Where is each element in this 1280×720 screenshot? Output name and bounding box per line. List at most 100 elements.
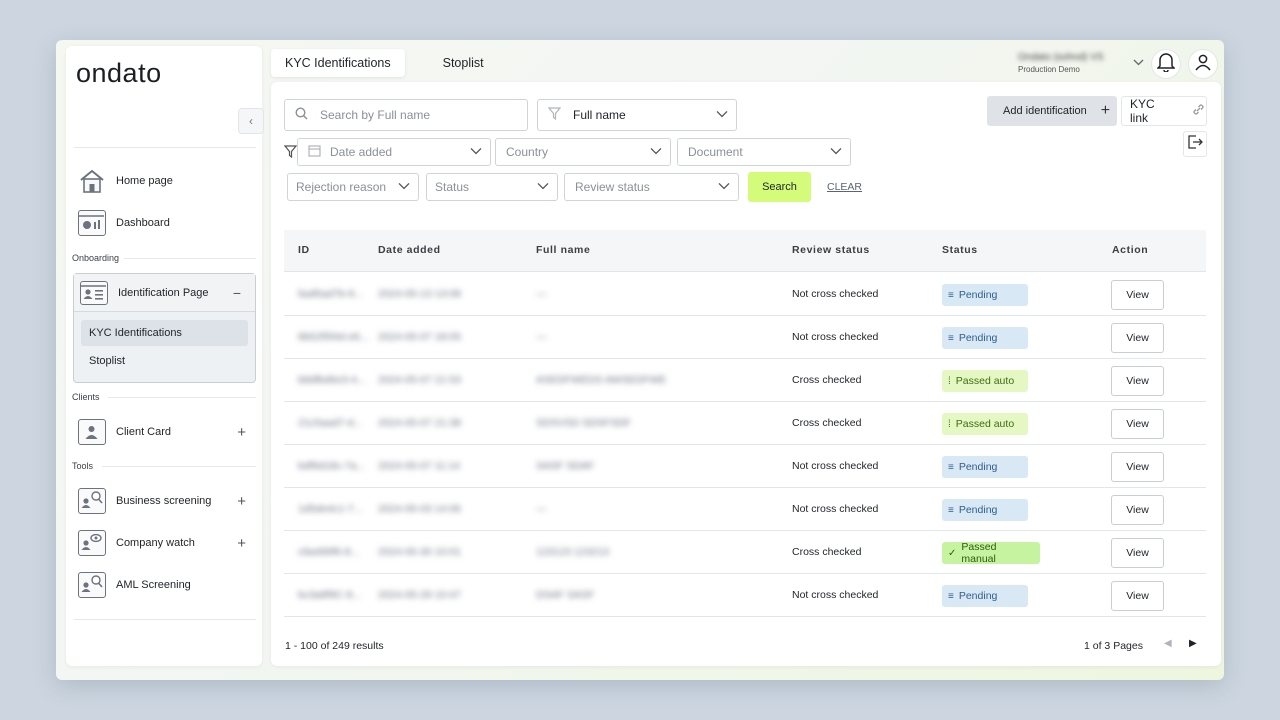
status-label: Pending — [958, 332, 998, 344]
row-id: 1d5de4c1-7... — [298, 503, 363, 515]
tab-kyc-identifications[interactable]: KYC Identifications — [271, 49, 405, 77]
sidebar-item-aml-screening[interactable]: AML Screening — [78, 569, 254, 601]
add-client-card-button[interactable]: + — [237, 424, 246, 441]
sidebar-item-label: Company watch — [116, 537, 195, 549]
status-label: Pending — [958, 289, 998, 301]
date-added-placeholder: Date added — [330, 145, 393, 159]
view-button[interactable]: View — [1111, 581, 1164, 611]
divider — [108, 397, 256, 398]
export-button[interactable] — [1183, 131, 1207, 157]
table-row: 1d5de4c1-7... 2024-05-03 14:06 — Not cross … — [284, 488, 1206, 531]
row-full-name: ASEDFWEDS AWSEDFWE — [536, 374, 667, 386]
status-label: Pending — [958, 590, 998, 602]
main-panel: Search by Full name Full name Date added… — [271, 82, 1221, 666]
kyc-link-label: KYC link — [1130, 97, 1155, 125]
results-count: 1 - 100 of 249 results — [285, 640, 384, 652]
chevron-down-icon — [470, 145, 482, 157]
sidebar-item-dashboard[interactable]: Dashboard — [78, 207, 254, 239]
view-button[interactable]: View — [1111, 538, 1164, 568]
kyc-link-button[interactable]: KYC link — [1121, 96, 1207, 126]
row-full-name: — — [536, 331, 547, 343]
row-full-name: DSAF SASF — [536, 589, 595, 601]
sidebar-item-business-screening[interactable]: Business screening + — [78, 485, 254, 517]
list-icon: ≡ — [948, 289, 954, 301]
sidebar-item-home[interactable]: Home page — [78, 165, 254, 197]
account-switcher[interactable]: Ondato (sohnd) VS Production Demo — [1018, 52, 1144, 80]
divider — [102, 466, 256, 467]
sidebar-item-identification-page[interactable]: Identification Page − — [74, 274, 255, 312]
notifications-button[interactable] — [1151, 49, 1181, 79]
row-date-added: 2024-05-07 21:38 — [378, 417, 461, 429]
status-label: Passed auto — [955, 418, 1015, 430]
sidebar-subitem-stoplist[interactable]: Stoplist — [81, 348, 248, 374]
search-by-select[interactable]: Full name — [537, 99, 737, 131]
previous-page-icon[interactable]: ◀ — [1164, 638, 1172, 649]
top-tabs: KYC Identifications Stoplist — [271, 49, 522, 77]
search-input[interactable]: Search by Full name — [284, 99, 528, 131]
country-placeholder: Country — [506, 145, 549, 159]
add-business-screening-button[interactable]: + — [237, 493, 246, 510]
sidebar-subitem-kyc-identifications[interactable]: KYC Identifications — [81, 320, 248, 346]
sidebar-item-label: Dashboard — [116, 217, 170, 229]
status-filter[interactable]: Status — [426, 173, 558, 201]
collapse-sidebar-button[interactable]: ‹ — [238, 108, 264, 134]
clear-filters-link[interactable]: CLEAR — [827, 181, 862, 193]
view-button[interactable]: View — [1111, 280, 1164, 310]
collapse-toggle-icon[interactable]: − — [233, 285, 241, 301]
tab-stoplist[interactable]: Stoplist — [405, 49, 522, 77]
row-date-added: 2024-05-07 18:05 — [378, 331, 461, 343]
row-full-name: 123123 123213 — [536, 546, 609, 558]
view-button[interactable]: View — [1111, 323, 1164, 353]
user-icon — [1194, 53, 1212, 76]
row-id: 21c5aad7-d... — [298, 417, 363, 429]
add-identification-label: Add identification — [1003, 105, 1087, 117]
date-added-filter[interactable]: Date added — [297, 138, 491, 166]
rejection-reason-filter[interactable]: Rejection reason — [287, 173, 419, 201]
filter-icon — [547, 107, 562, 123]
review-status-filter[interactable]: Review status — [564, 173, 739, 201]
export-icon — [1187, 134, 1203, 154]
table-row: b8dfbd6e3-4... 2024-05-07 21:53 ASEDFWEDS … — [284, 359, 1206, 402]
table-header: ID Date added Full name Review status St… — [284, 230, 1206, 272]
view-button[interactable]: View — [1111, 495, 1164, 525]
add-identification-button[interactable]: Add identification + — [987, 96, 1117, 126]
profile-button[interactable] — [1188, 49, 1218, 79]
house-icon — [78, 168, 106, 194]
next-page-icon[interactable]: ▶ — [1189, 638, 1197, 649]
row-id: bdf6d18c-7a... — [298, 460, 366, 472]
search-placeholder: Search by Full name — [320, 108, 431, 122]
bell-icon — [1156, 52, 1176, 77]
account-name: Ondato (sohnd) VS — [1018, 52, 1104, 63]
status-label: Passed auto — [955, 375, 1015, 387]
sidebar-item-label: Business screening — [116, 495, 212, 507]
identification-group: Identification Page − KYC Identification… — [73, 273, 256, 383]
column-header-status: Status — [942, 244, 978, 256]
column-header-date-added: Date added — [378, 244, 441, 256]
chevron-down-icon — [1133, 58, 1144, 69]
aml-screening-icon — [78, 572, 106, 598]
row-full-name: — — [536, 503, 547, 515]
table-row: faaf6ad7b-9... 2024-05-13 13:08 — Not cross… — [284, 273, 1206, 316]
status-badge: ≡ Pending — [942, 327, 1028, 349]
view-button[interactable]: View — [1111, 452, 1164, 482]
sidebar-item-client-card[interactable]: Client Card + — [78, 416, 254, 448]
view-button[interactable]: View — [1111, 366, 1164, 396]
document-filter[interactable]: Document — [677, 138, 851, 166]
search-button[interactable]: Search — [748, 172, 811, 202]
status-badge: ≡ Pending — [942, 499, 1028, 521]
row-review-status: Not cross checked — [792, 460, 879, 472]
column-header-full-name: Full name — [536, 244, 591, 256]
search-icon — [295, 107, 308, 123]
chevron-down-icon — [718, 180, 730, 192]
sidebar-item-company-watch[interactable]: Company watch + — [78, 527, 254, 559]
row-date-added: 2024-05-30 10:01 — [378, 546, 461, 558]
status-label: Passed manual — [961, 541, 997, 565]
status-label: Pending — [958, 504, 998, 516]
country-filter[interactable]: Country — [495, 138, 671, 166]
row-date-added: 2024-05-29 10:47 — [378, 589, 461, 601]
row-id: bc3a8f9C-9... — [298, 589, 362, 601]
column-header-id: ID — [298, 244, 310, 256]
add-company-watch-button[interactable]: + — [237, 535, 246, 552]
status-placeholder: Status — [435, 180, 470, 194]
view-button[interactable]: View — [1111, 409, 1164, 439]
